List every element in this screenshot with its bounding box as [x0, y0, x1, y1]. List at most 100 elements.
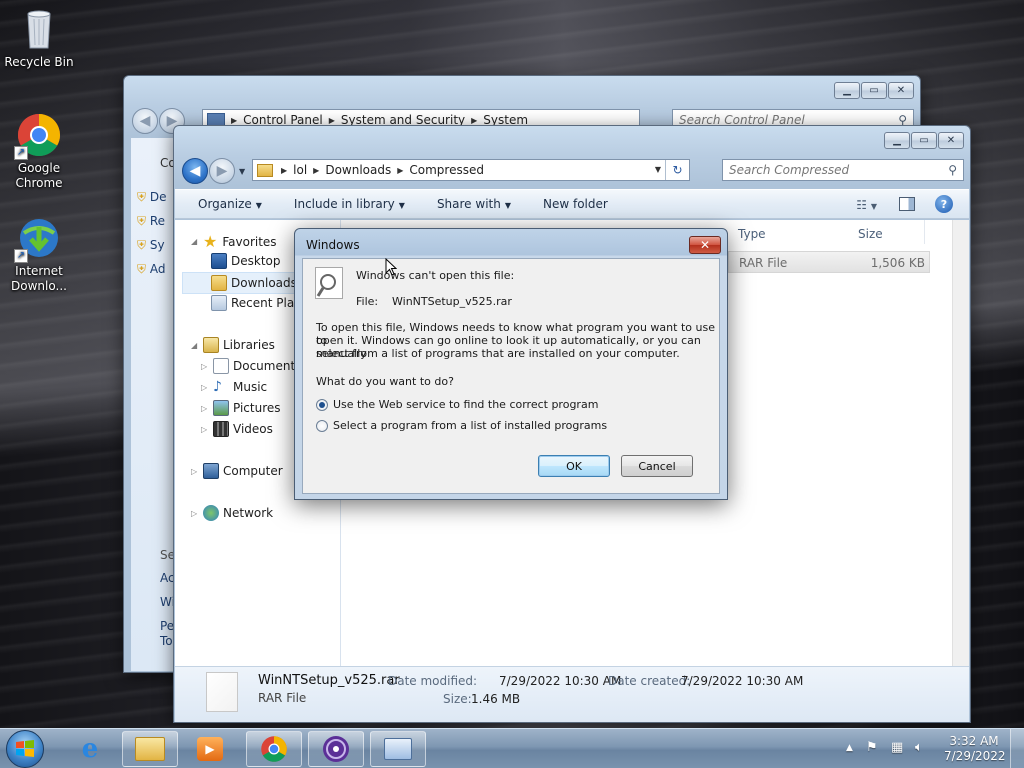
- details-size-value: 1.46 MB: [471, 692, 521, 706]
- expand-arrow-icon[interactable]: ▷: [201, 383, 211, 392]
- close-button[interactable]: ✕: [888, 82, 914, 99]
- open-with-dialog[interactable]: Windows ✕ Windows can't open this file: …: [294, 228, 728, 500]
- taskbar-disc-app[interactable]: [308, 731, 364, 767]
- share-with-menu[interactable]: Share with ▼: [421, 197, 527, 211]
- mouse-cursor-icon: [385, 257, 398, 276]
- dialog-description-line: select from a list of programs that are …: [316, 347, 680, 360]
- expand-arrow-icon[interactable]: ▷: [201, 362, 211, 371]
- include-in-library-menu[interactable]: Include in library ▼: [278, 197, 421, 211]
- tree-item-videos[interactable]: ▷ Videos: [201, 421, 273, 437]
- address-dropdown-icon[interactable]: ▼: [655, 165, 661, 174]
- sidebar-link[interactable]: ⛨ De: [137, 190, 166, 205]
- close-button[interactable]: ✕: [938, 132, 964, 149]
- music-icon: ♪: [213, 379, 222, 395]
- tree-item-documents[interactable]: ▷ Documents: [201, 358, 301, 374]
- tree-item-music[interactable]: ▷ ♪ Music: [201, 379, 267, 395]
- disc-icon: [323, 736, 349, 762]
- ok-button[interactable]: OK: [538, 455, 610, 477]
- downloads-folder-icon: [211, 275, 227, 291]
- back-button[interactable]: ◀: [182, 158, 208, 184]
- radio-use-web-service[interactable]: Use the Web service to find the correct …: [316, 398, 598, 411]
- tree-item-pictures[interactable]: ▷ Pictures: [201, 400, 281, 416]
- minimize-button[interactable]: ▁: [884, 132, 910, 149]
- recycle-bin-icon: [16, 6, 62, 52]
- action-center-flag-icon[interactable]: ⚑: [866, 740, 878, 755]
- taskbar-chrome[interactable]: [246, 731, 302, 767]
- vertical-scrollbar[interactable]: [952, 220, 969, 666]
- column-header-size[interactable]: Size: [858, 227, 883, 241]
- organize-menu[interactable]: Organize ▼: [175, 197, 278, 211]
- expand-arrow-icon[interactable]: ◢: [191, 341, 201, 350]
- breadcrumb-item[interactable]: Compressed: [403, 163, 490, 177]
- taskbar-control-panel[interactable]: [370, 731, 426, 767]
- show-hidden-icons-button[interactable]: ▲: [846, 743, 853, 753]
- table-row[interactable]: RAR File 1,506 KB: [728, 251, 930, 273]
- details-created-label: Date created:: [608, 674, 691, 688]
- expand-arrow-icon[interactable]: ▷: [201, 425, 211, 434]
- recent-pages-dropdown-icon[interactable]: ▼: [239, 167, 245, 176]
- breadcrumb-item[interactable]: Downloads: [319, 163, 397, 177]
- change-view-icon[interactable]: ☷ ▼: [856, 198, 877, 212]
- preview-pane-icon[interactable]: [899, 197, 915, 211]
- tree-item-network[interactable]: ▷ Network: [191, 505, 273, 521]
- cancel-button[interactable]: Cancel: [621, 455, 693, 477]
- back-button[interactable]: ◀: [132, 108, 158, 134]
- expand-arrow-icon[interactable]: ◢: [191, 237, 201, 246]
- maximize-button[interactable]: ▭: [911, 132, 937, 149]
- search-input[interactable]: Search Compressed ⚲: [722, 159, 964, 181]
- desktop-icon-internet-download-manager[interactable]: ↗ Internet Downlo...: [1, 215, 77, 294]
- internet-download-manager-icon: ↗: [14, 215, 62, 263]
- expand-arrow-icon[interactable]: ▷: [191, 467, 201, 476]
- sidebar-link[interactable]: ⛨ Sy: [137, 238, 165, 253]
- volume-muted-icon[interactable]: 🔈︎: [915, 740, 923, 755]
- sidebar-link[interactable]: ⛨ Ad: [137, 262, 165, 277]
- tree-item-computer[interactable]: ▷ Computer: [191, 463, 283, 479]
- dialog-close-button[interactable]: ✕: [689, 236, 721, 254]
- taskbar-internet-explorer[interactable]: e: [62, 731, 118, 767]
- desktop-icon-label: Google Chrome: [15, 161, 63, 190]
- start-button[interactable]: [6, 730, 44, 768]
- details-filename: WinNTSetup_v525.rar: [258, 673, 400, 688]
- dialog-file-label: File:: [356, 295, 379, 308]
- breadcrumb-item[interactable]: lol: [287, 163, 313, 177]
- help-icon[interactable]: ?: [935, 195, 953, 213]
- details-modified-value: 7/29/2022 10:30 AM: [499, 674, 622, 688]
- column-divider: [924, 220, 925, 244]
- shortcut-arrow-icon: ↗: [14, 249, 28, 263]
- forward-button[interactable]: ▶: [209, 158, 235, 184]
- system-clock[interactable]: 3:32 AM 7/29/2022: [944, 734, 1006, 764]
- maximize-button[interactable]: ▭: [861, 82, 887, 99]
- pictures-icon: [213, 400, 229, 416]
- tree-item-desktop[interactable]: Desktop: [211, 253, 281, 269]
- folder-icon: [257, 163, 273, 177]
- minimize-button[interactable]: ▁: [834, 82, 860, 99]
- tree-item-favorites[interactable]: ◢ ★ Favorites: [191, 232, 277, 251]
- details-filetype: RAR File: [258, 691, 307, 705]
- clock-date: 7/29/2022: [944, 749, 1006, 763]
- network-icon[interactable]: ▦: [891, 740, 903, 755]
- media-player-icon: ▶: [197, 737, 223, 761]
- desktop-icon-recycle-bin[interactable]: Recycle Bin: [1, 6, 77, 70]
- dialog-title: Windows: [306, 238, 360, 252]
- address-bar[interactable]: ▶ lol ▶ Downloads ▶ Compressed ▼ ↻: [252, 159, 690, 181]
- tree-item-libraries[interactable]: ◢ Libraries: [191, 337, 275, 353]
- taskbar-media-player[interactable]: ▶: [182, 731, 238, 767]
- radio-button[interactable]: [316, 419, 328, 432]
- expand-arrow-icon[interactable]: ▷: [201, 404, 211, 413]
- column-header-type[interactable]: Type: [738, 227, 766, 241]
- radio-select-from-list[interactable]: Select a program from a list of installe…: [316, 419, 607, 432]
- windows-logo-icon: [16, 740, 34, 757]
- refresh-icon[interactable]: ↻: [665, 160, 689, 180]
- radio-button-selected[interactable]: [316, 398, 328, 411]
- expand-arrow-icon[interactable]: ▷: [191, 509, 201, 518]
- details-modified-label: Date modified:: [388, 674, 478, 688]
- new-folder-button[interactable]: New folder: [527, 197, 624, 211]
- sidebar-link[interactable]: ⛨ Re: [137, 214, 165, 229]
- show-desktop-button[interactable]: [1010, 729, 1024, 768]
- details-created-value: 7/29/2022 10:30 AM: [681, 674, 804, 688]
- dialog-question: What do you want to do?: [316, 375, 454, 388]
- unknown-file-icon: [315, 267, 343, 299]
- taskbar-windows-explorer[interactable]: [122, 731, 178, 767]
- chrome-icon: [261, 736, 287, 762]
- desktop-icon-google-chrome[interactable]: ↗ Google Chrome: [1, 112, 77, 191]
